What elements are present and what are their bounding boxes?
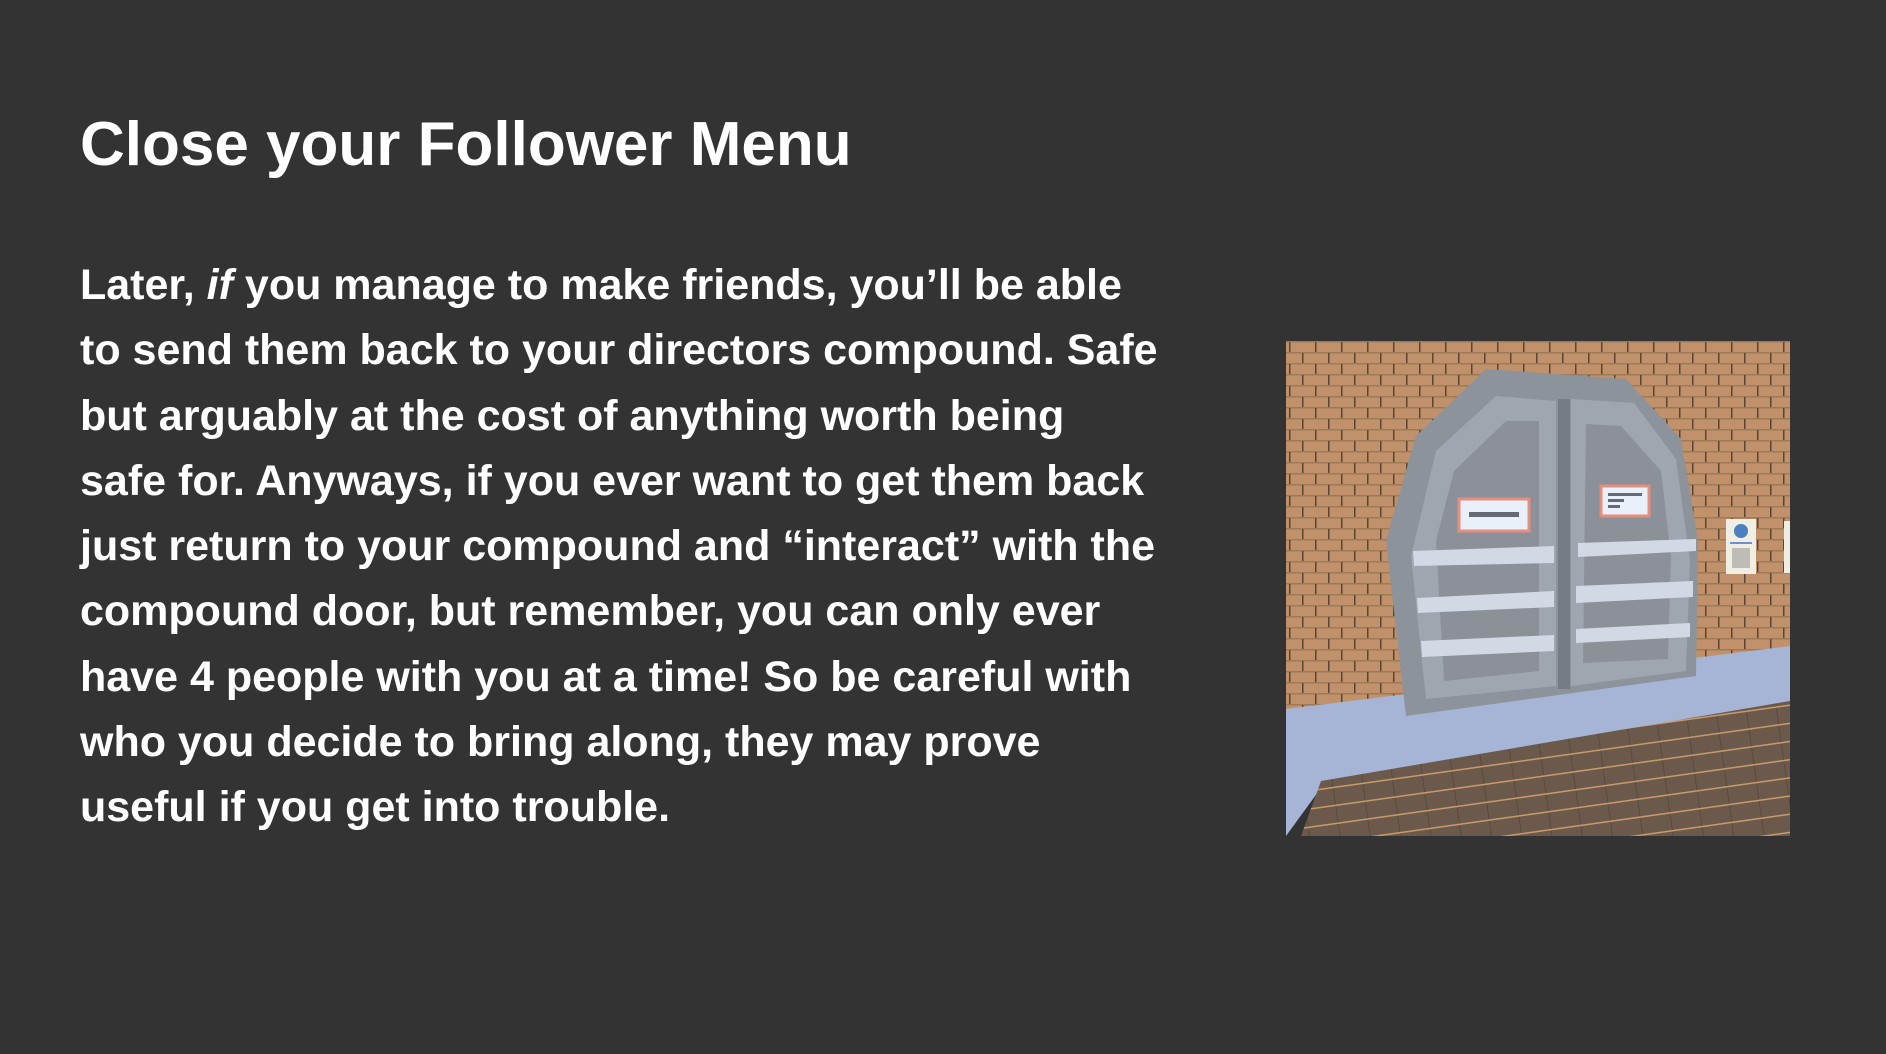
warning-sign-right (1599, 484, 1651, 518)
body-text: you manage to make friends, you’ll be ab… (232, 261, 1122, 309)
body-line: compound door, but remember, you can onl… (80, 587, 1101, 636)
body-line: Later, if you manage to make friends, yo… (80, 253, 1158, 318)
emphasis-text: if (206, 261, 233, 309)
body-line: safe for. Anyways, if you ever want to g… (80, 456, 1145, 505)
body-line: who you decide to bring along, they may … (80, 718, 1041, 767)
body-text: Later, (80, 261, 207, 309)
body-line: have 4 people with you at a time! So be … (80, 652, 1132, 701)
body-line: just return to your compound and “intera… (80, 522, 1156, 571)
slide-body: Later, if you manage to make friends, yo… (80, 253, 1158, 841)
slide-title: Close your Follower Menu (80, 110, 852, 179)
door-seam (1558, 399, 1570, 689)
body-line: but arguably at the cost of anything wor… (80, 391, 1065, 440)
warning-sign-left (1457, 497, 1531, 533)
compound-door-screenshot (1286, 341, 1790, 836)
body-line: to send them back to your directors comp… (80, 326, 1158, 375)
body-line: useful if you get into trouble. (80, 783, 671, 832)
